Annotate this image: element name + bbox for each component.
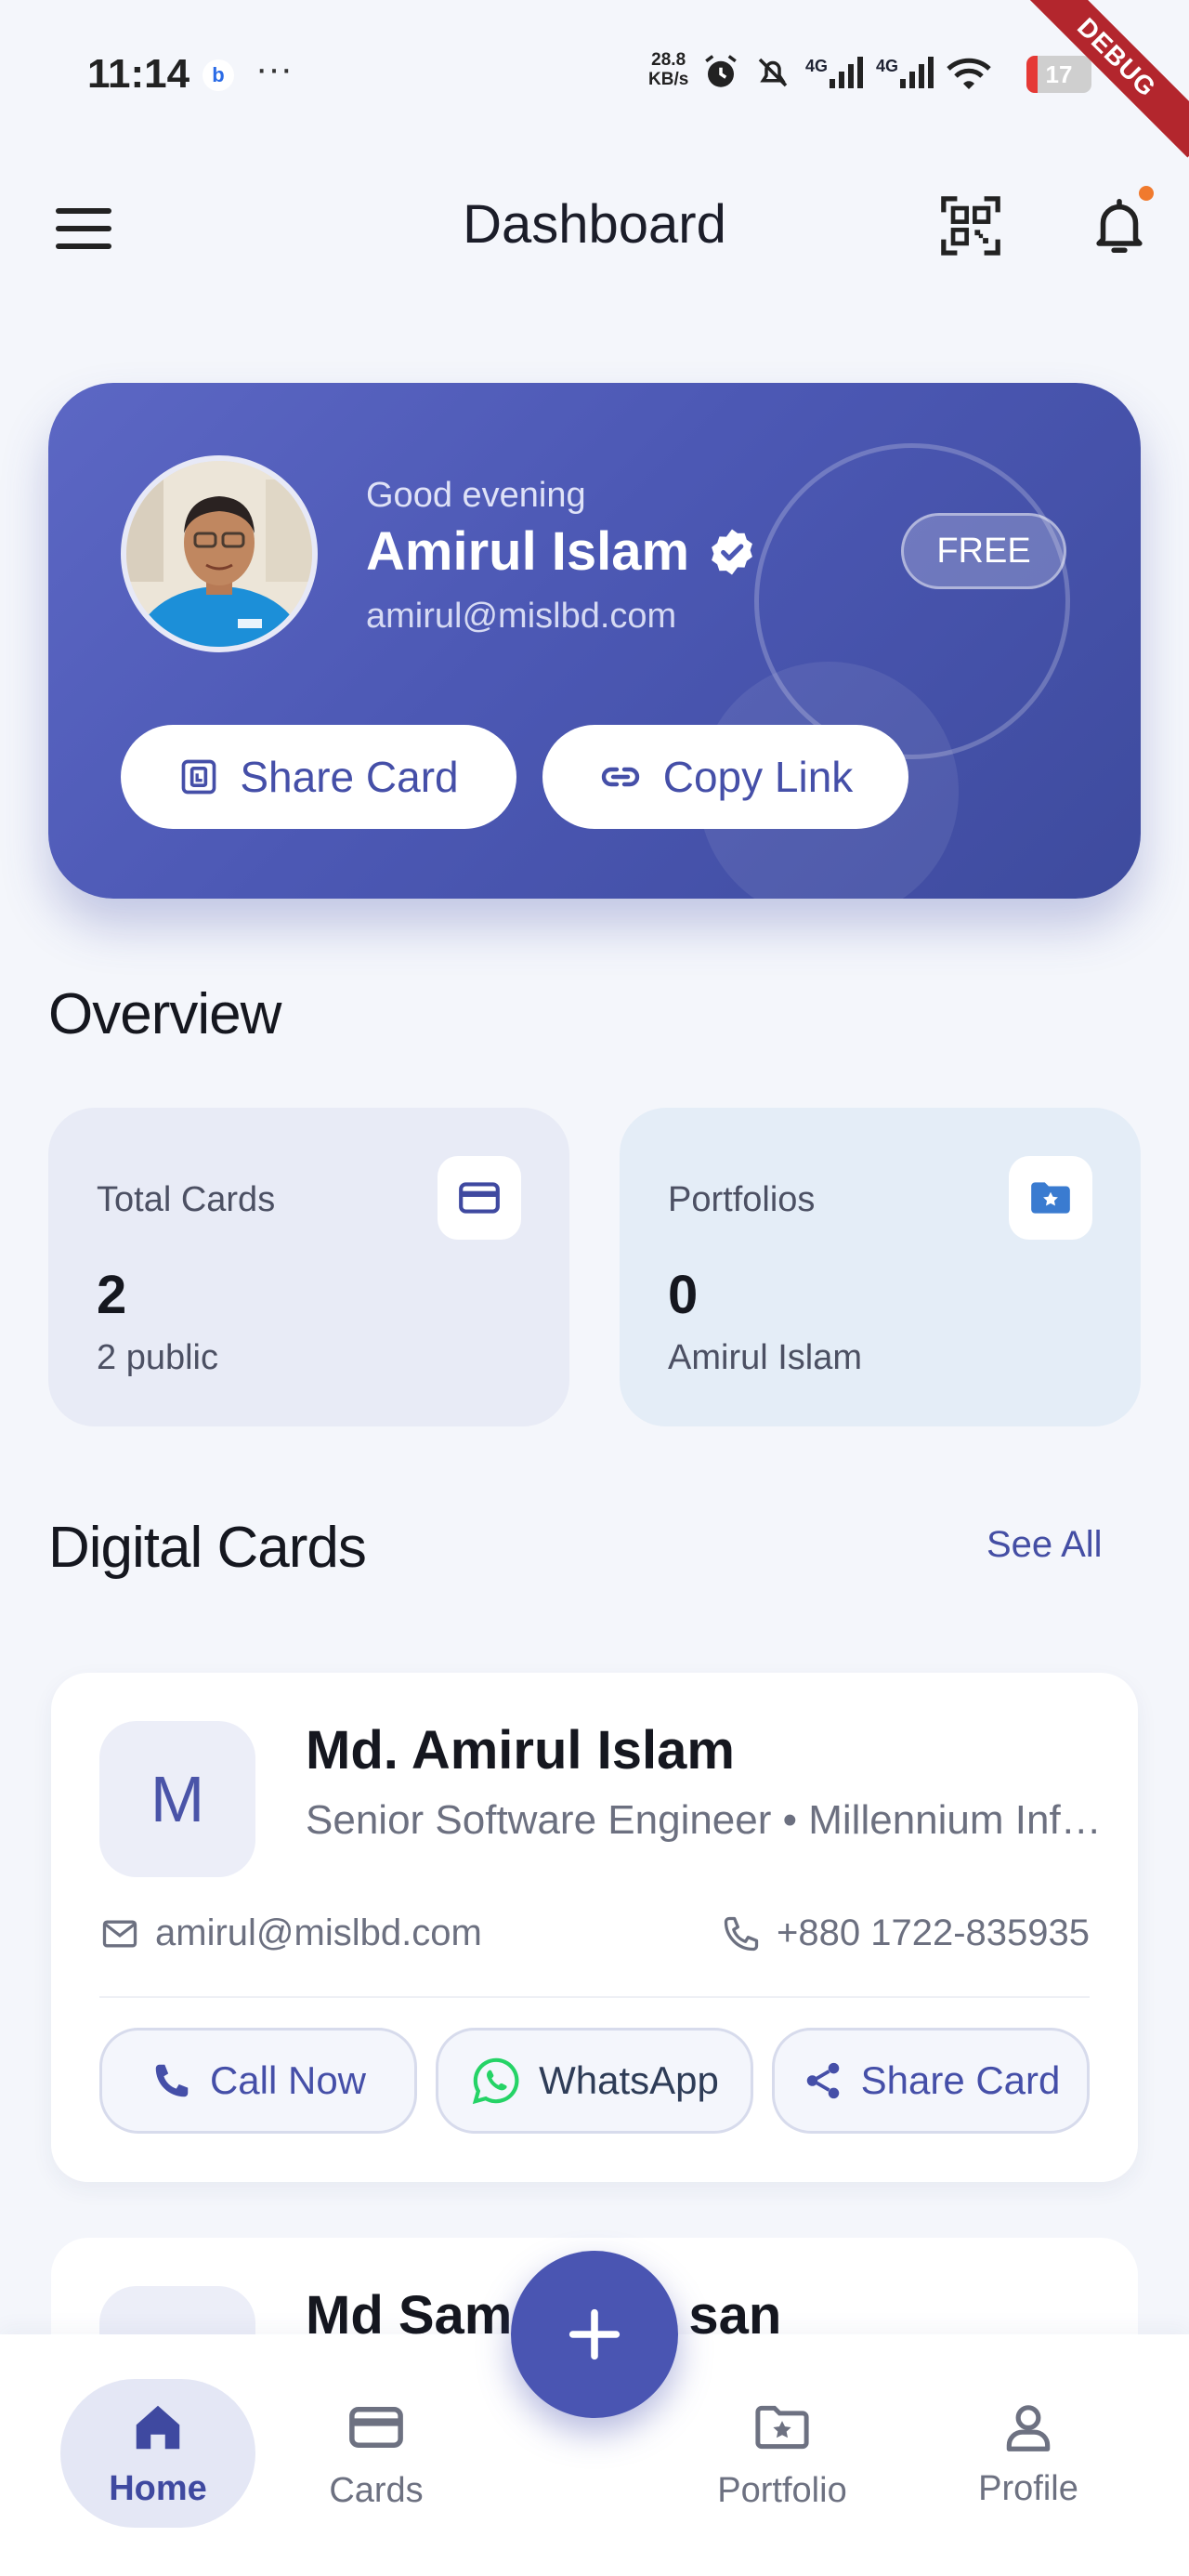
avatar[interactable] [121,455,318,652]
share-card-icon [182,759,216,795]
stat-label: Portfolios [668,1180,816,1219]
stat-card-portfolios[interactable]: Portfolios 0 Amirul Islam [620,1108,1141,1426]
battery-icon: 17 [1026,56,1091,93]
share-card-button[interactable]: Share Card [121,725,516,829]
stat-subtext: 2 public [97,1338,218,1377]
mail-icon [102,1920,137,1947]
digital-cards-title: Digital Cards [48,1516,367,1580]
phone-icon [155,2064,189,2097]
stat-subtext: Amirul Islam [668,1338,863,1377]
signal-icon-2: 4G [876,57,934,88]
status-time: 11:14 [87,51,190,97]
signal-icon-1: 4G [805,57,864,88]
plus-icon [568,2308,621,2360]
nav-item-portfolio[interactable]: Portfolio [685,2379,880,2528]
user-name: Amirul Islam [366,520,758,583]
credit-card-icon [438,1156,521,1240]
qr-code-icon[interactable] [938,193,1003,258]
person-icon [1006,2404,1051,2451]
share-icon [806,2062,839,2099]
home-icon [136,2405,180,2449]
see-all-link[interactable]: See All [986,1524,1103,1566]
credit-card-icon [349,2406,403,2448]
status-icons: 4G 4G [701,48,991,97]
folder-star-icon [1009,1156,1092,1240]
copy-link-button[interactable]: Copy Link [542,725,908,829]
stat-value: 2 [97,1265,127,1325]
folder-star-icon [755,2405,809,2449]
share-card-action-button[interactable]: Share Card [772,2028,1090,2134]
overview-title: Overview [48,982,281,1046]
digital-card-item[interactable]: M Md. Amirul Islam Senior Software Engin… [51,1673,1138,2182]
avatar-photo [126,461,312,647]
call-now-button[interactable]: Call Now [99,2028,417,2134]
whatsapp-button[interactable]: WhatsApp [436,2028,753,2134]
mute-icon [758,58,788,87]
wifi-icon [947,58,991,89]
page-title: Dashboard [463,194,726,255]
nav-item-cards[interactable]: Cards [279,2379,474,2528]
alarm-icon [705,55,737,87]
card-initial-avatar: M [99,1721,255,1877]
profile-hero-card: Good evening Amirul Islam amirul@mislbd.… [48,383,1141,899]
greeting-text: Good evening [366,476,586,515]
bell-icon[interactable] [1087,193,1152,258]
app-notification-icon: b [203,59,234,91]
card-phone[interactable]: +880 1722-835935 [721,1912,1090,1954]
phone-icon [724,1916,759,1951]
plan-badge: FREE [901,513,1066,589]
card-role: Senior Software Engineer • Millennium In… [306,1797,1104,1843]
add-card-fab[interactable] [511,2251,678,2418]
nav-item-home[interactable]: Home [60,2379,255,2528]
link-icon [601,767,639,787]
card-name: Md. Amirul Islam [306,1720,735,1781]
stat-card-total-cards[interactable]: Total Cards 2 2 public [48,1108,569,1426]
verified-badge-icon [712,529,753,574]
stat-label: Total Cards [97,1180,276,1219]
whatsapp-icon [472,2057,519,2105]
more-notifications-icon: ··· [255,48,293,89]
nav-item-profile[interactable]: Profile [931,2379,1126,2528]
network-speed: 28.8 KB/s [648,50,689,89]
card-email[interactable]: amirul@mislbd.com [99,1912,482,1954]
notification-dot [1139,186,1154,201]
status-bar: 11:14 b ··· 28.8 KB/s 4G 4G 17 DEBUG [0,0,1189,158]
app-bar: Dashboard [0,177,1189,279]
stat-value: 0 [668,1265,699,1325]
divider [99,1996,1090,1998]
user-email: amirul@mislbd.com [366,597,677,636]
